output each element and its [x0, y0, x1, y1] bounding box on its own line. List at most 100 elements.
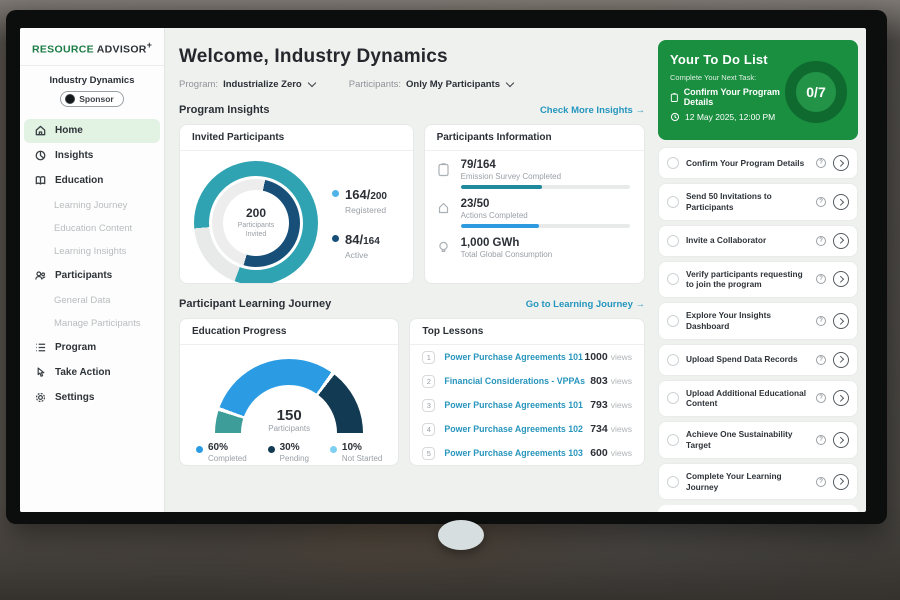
task-checkbox[interactable] — [667, 196, 679, 208]
pie-chart-icon — [34, 149, 47, 162]
sidebar-item-home[interactable]: Home — [24, 119, 160, 143]
sidebar-item-education-content[interactable]: Education Content — [20, 217, 164, 240]
go-to-learning-journey-link[interactable]: Go to Learning Journey → — [526, 299, 645, 310]
sidebar-item-general-data[interactable]: General Data — [20, 289, 164, 312]
lesson-link[interactable]: Power Purchase Agreements 101 — [444, 352, 584, 362]
gauge-wrap: 150 Participants — [180, 345, 398, 433]
task-item[interactable]: Send 50 Invitations to Participants ? — [658, 183, 858, 221]
sidebar-item-learning-journey[interactable]: Learning Journey — [20, 194, 164, 217]
program-insights-title: Program Insights — [179, 104, 269, 116]
help-icon[interactable]: ? — [816, 316, 826, 326]
task-item[interactable]: Achieve One Sustainability Target ? — [658, 421, 858, 459]
legend-dot — [196, 446, 203, 453]
task-item[interactable]: Verify participants requesting to join t… — [658, 261, 858, 299]
task-open-button[interactable] — [833, 352, 849, 368]
lesson-link[interactable]: Power Purchase Agreements 101 — [444, 400, 590, 410]
check-more-insights-link[interactable]: Check More Insights → — [540, 105, 645, 116]
sidebar-item-program[interactable]: Program — [24, 336, 160, 360]
task-item[interactable]: Complete Your Learning Journey ? — [658, 463, 858, 501]
help-icon[interactable]: ? — [816, 274, 826, 284]
task-checkbox[interactable] — [667, 392, 679, 404]
lesson-row: 5 Power Purchase Agreements 103 600views — [410, 441, 644, 465]
lesson-row: 1 Power Purchase Agreements 101 1000view… — [410, 345, 644, 369]
program-select[interactable]: Program: Industrialize Zero — [179, 79, 315, 90]
collapse-tasks-button[interactable]: Collapse Tasks — [658, 505, 858, 512]
task-label: Confirm Your Program Details — [686, 158, 809, 169]
task-checkbox[interactable] — [667, 476, 679, 488]
task-label: Achieve One Sustainability Target — [686, 429, 809, 451]
sidebar-item-label: Education — [55, 175, 103, 186]
task-label: Send 50 Invitations to Participants — [686, 191, 809, 213]
lesson-link[interactable]: Financial Considerations - VPPAs — [444, 376, 590, 386]
task-checkbox[interactable] — [667, 434, 679, 446]
sidebar: RESOURCE ADVISOR+ Industry Dynamics Spon… — [20, 28, 165, 512]
views-label: views — [611, 424, 632, 434]
task-item[interactable]: Explore Your Insights Dashboard ? — [658, 302, 858, 340]
task-open-button[interactable] — [833, 432, 849, 448]
sidebar-item-label: Home — [55, 125, 83, 136]
lesson-link[interactable]: Power Purchase Agreements 102 — [444, 424, 590, 434]
help-icon[interactable]: ? — [816, 393, 826, 403]
task-checkbox[interactable] — [667, 157, 679, 169]
task-open-button[interactable] — [833, 313, 849, 329]
help-icon[interactable]: ? — [816, 158, 826, 168]
rank-badge: 5 — [422, 447, 435, 460]
legend-dot — [332, 190, 339, 197]
page-title: Welcome, Industry Dynamics — [179, 46, 645, 68]
participants-select[interactable]: Participants: Only My Participants — [349, 79, 513, 90]
task-open-button[interactable] — [833, 271, 849, 287]
chevron-down-icon — [307, 79, 315, 87]
lesson-row: 3 Power Purchase Agreements 101 793views — [410, 393, 644, 417]
invited-legend: 164/200 Registered 84/164 Active — [332, 186, 387, 260]
help-icon[interactable]: ? — [816, 477, 826, 487]
task-checkbox[interactable] — [667, 354, 679, 366]
help-icon[interactable]: ? — [816, 197, 826, 207]
task-item[interactable]: Confirm Your Program Details ? — [658, 147, 858, 179]
sidebar-item-education[interactable]: Education — [24, 169, 160, 193]
invited-donut-chart: 200 Participants Invited — [194, 161, 318, 284]
sidebar-item-settings[interactable]: Settings — [24, 386, 160, 410]
task-checkbox[interactable] — [667, 235, 679, 247]
task-open-button[interactable] — [833, 390, 849, 406]
stat-label: Emission Survey Completed — [461, 172, 630, 181]
stat-global-consumption: 1,000 GWh Total Global Consumption — [437, 237, 630, 260]
sidebar-item-learning-insights[interactable]: Learning Insights — [20, 240, 164, 263]
main-content: Welcome, Industry Dynamics Program: Indu… — [165, 28, 655, 512]
gauge-legend: 60%Completed 30%Pending 10%Not Started — [180, 433, 398, 463]
rank-badge: 4 — [422, 423, 435, 436]
card-title: Invited Participants — [180, 125, 413, 151]
todo-next-task[interactable]: Confirm Your Program Details — [670, 87, 795, 107]
task-open-button[interactable] — [833, 194, 849, 210]
gauge-center-label: Participants — [215, 424, 363, 433]
task-open-button[interactable] — [833, 474, 849, 490]
task-checkbox[interactable] — [667, 273, 679, 285]
help-icon[interactable]: ? — [816, 236, 826, 246]
monitor-bezel: RESOURCE ADVISOR+ Industry Dynamics Spon… — [6, 10, 887, 524]
task-item[interactable]: Upload Additional Educational Content ? — [658, 380, 858, 418]
sidebar-item-manage-participants[interactable]: Manage Participants — [20, 312, 164, 335]
sidebar-item-insights[interactable]: Insights — [24, 144, 160, 168]
help-icon[interactable]: ? — [816, 435, 826, 445]
insights-cards-row: Invited Participants 200 Participants In… — [179, 124, 645, 284]
task-checkbox[interactable] — [667, 315, 679, 327]
task-item[interactable]: Invite a Collaborator ? — [658, 225, 858, 257]
help-icon[interactable]: ? — [816, 355, 826, 365]
app-logo: RESOURCE ADVISOR+ — [20, 28, 164, 66]
org-block: Industry Dynamics Sponsor — [20, 66, 164, 109]
sponsor-badge[interactable]: Sponsor — [60, 91, 123, 107]
views-label: views — [611, 352, 632, 362]
sidebar-item-participants[interactable]: Participants — [24, 264, 160, 288]
task-item[interactable]: Upload Spend Data Records ? — [658, 344, 858, 376]
sidebar-item-label: Insights — [55, 150, 93, 161]
task-open-button[interactable] — [833, 155, 849, 171]
sidebar-item-take-action[interactable]: Take Action — [24, 361, 160, 385]
task-label: Verify participants requesting to join t… — [686, 269, 809, 291]
gauge-center: 150 Participants — [215, 407, 363, 433]
legend-item-not-started: 10%Not Started — [330, 442, 382, 463]
filters-row: Program: Industrialize Zero Participants… — [179, 79, 645, 90]
lesson-link[interactable]: Power Purchase Agreements 103 — [444, 448, 590, 458]
task-open-button[interactable] — [833, 233, 849, 249]
lightbulb-icon — [437, 237, 452, 260]
task-label: Upload Spend Data Records — [686, 354, 809, 365]
org-name: Industry Dynamics — [20, 75, 164, 86]
